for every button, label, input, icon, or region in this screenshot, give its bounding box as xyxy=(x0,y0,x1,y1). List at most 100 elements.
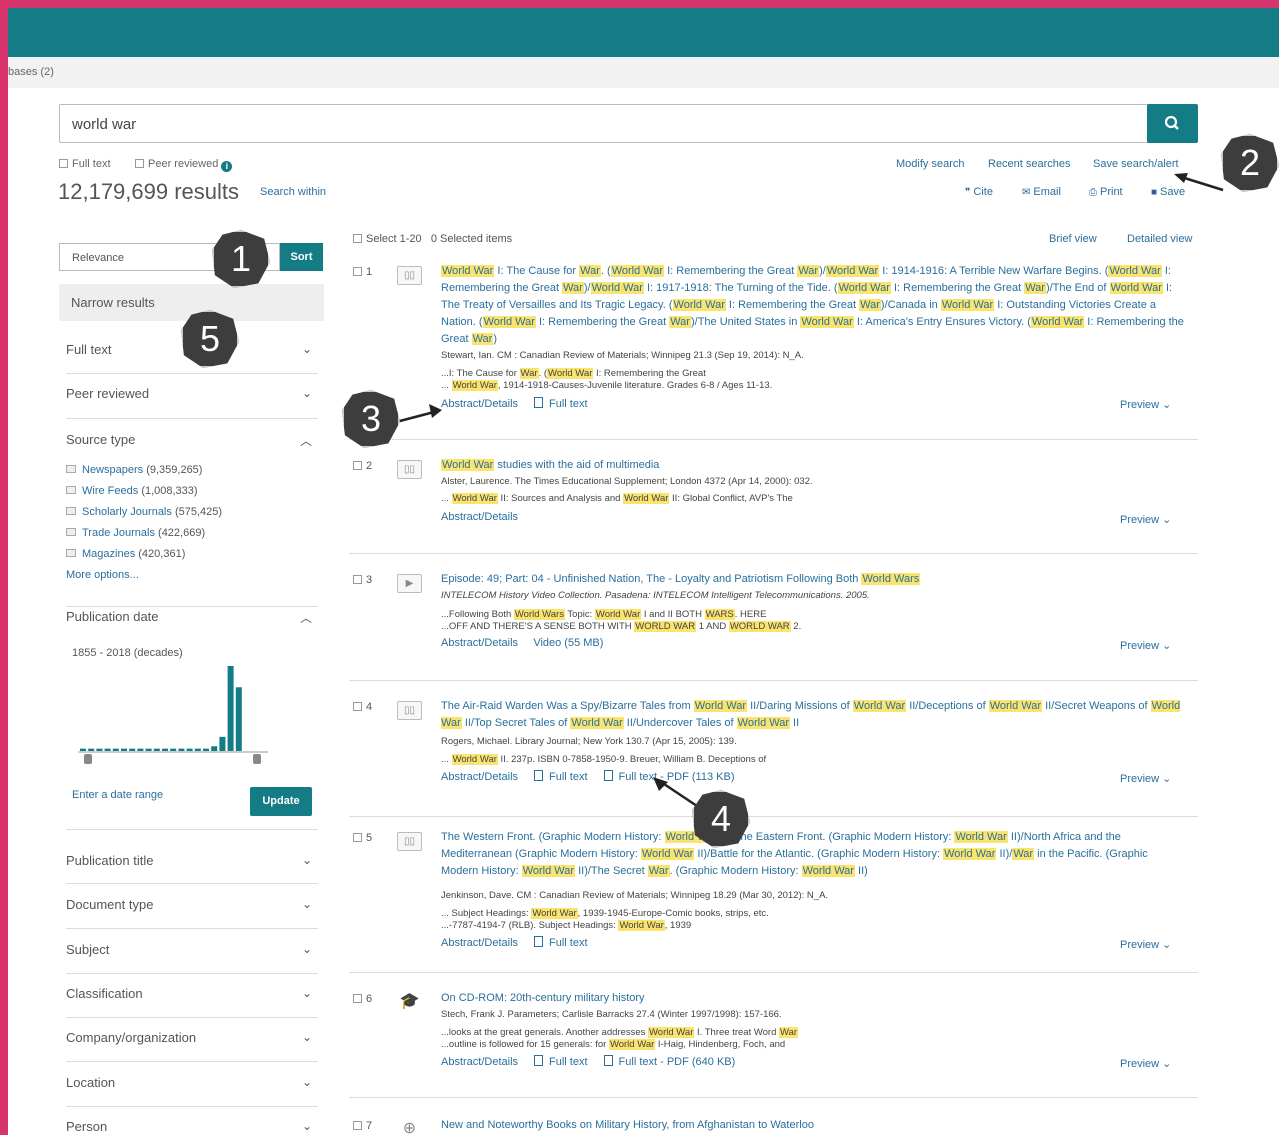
pdf-link[interactable]: Full text - PDF (640 KB) xyxy=(619,1056,736,1068)
result-title[interactable]: The Air-Raid Warden Was a Spy/Bizarre Ta… xyxy=(441,698,1186,732)
search-button[interactable] xyxy=(1147,104,1198,143)
abstract-link[interactable]: Abstract/Details xyxy=(441,637,518,649)
source-item[interactable]: Magazines (420,361) xyxy=(66,548,185,560)
select-all[interactable]: Select 1-20 0 Selected items xyxy=(353,233,512,245)
more-options-link[interactable]: More options... xyxy=(66,569,139,581)
result-title[interactable]: The Western Front. (Graphic Modern Histo… xyxy=(441,829,1186,880)
facet-company[interactable]: Company/organization ⌄ xyxy=(66,1030,318,1062)
save-button[interactable]: ■ Save xyxy=(1151,186,1185,198)
facet-person[interactable]: Person ⌄ xyxy=(66,1119,318,1135)
result-title[interactable]: New and Noteworthy Books on Military His… xyxy=(441,1117,1186,1134)
databases-tab[interactable]: bases (2) xyxy=(8,66,54,78)
pdf-link[interactable]: Full text - PDF (113 KB) xyxy=(619,771,735,783)
abstract-link[interactable]: Abstract/Details xyxy=(441,398,518,410)
cite-button[interactable]: ❞ Cite xyxy=(965,186,993,198)
result-title[interactable]: Episode: 49; Part: 04 - Unfinished Natio… xyxy=(441,571,1186,588)
facet-classification[interactable]: Classification ⌄ xyxy=(66,986,318,1018)
abstract-link[interactable]: Abstract/Details xyxy=(441,511,518,523)
result-snippet: ...I: The Cause for War. (World War I: R… xyxy=(441,368,773,391)
preview-link[interactable]: Preview ⌄ xyxy=(1120,639,1171,652)
option-label: Peer reviewed xyxy=(148,158,219,170)
chevron-up-icon: ︿ xyxy=(299,611,312,625)
book-icon: ▯▯ xyxy=(397,460,422,479)
result-number: 5 xyxy=(366,832,373,844)
checkbox[interactable] xyxy=(135,159,144,168)
facet-publication-title[interactable]: Publication title ⌄ xyxy=(66,853,318,884)
sort-button[interactable]: Sort xyxy=(280,243,323,271)
facet-location[interactable]: Location ⌄ xyxy=(66,1075,318,1107)
preview-link[interactable]: Preview ⌄ xyxy=(1120,513,1171,526)
abstract-link[interactable]: Abstract/Details xyxy=(441,1056,518,1068)
checkbox[interactable] xyxy=(353,575,362,584)
result-title[interactable]: World War I: The Cause for War. (World W… xyxy=(441,263,1186,348)
preview-link[interactable]: Preview ⌄ xyxy=(1120,398,1171,411)
full-text-link[interactable]: Full text xyxy=(549,1056,588,1068)
facet-label: Subject xyxy=(66,942,110,957)
checkbox[interactable] xyxy=(59,159,68,168)
modify-search-link[interactable]: Modify search xyxy=(896,158,964,170)
date-histogram[interactable] xyxy=(70,663,270,768)
range-handle-end[interactable] xyxy=(253,754,261,764)
preview-link[interactable]: Preview ⌄ xyxy=(1120,1057,1171,1070)
facet-subject[interactable]: Subject ⌄ xyxy=(66,942,318,974)
video-link[interactable]: Video (55 MB) xyxy=(533,637,603,649)
source-item[interactable]: Wire Feeds (1,008,333) xyxy=(66,485,198,497)
chevron-down-icon: ⌄ xyxy=(301,1075,312,1089)
result-number: 6 xyxy=(366,993,373,1005)
checkbox[interactable] xyxy=(353,1121,362,1130)
update-button[interactable]: Update xyxy=(250,787,312,816)
checkbox[interactable] xyxy=(353,234,362,243)
search-input[interactable]: world war xyxy=(59,104,1149,143)
preview-link[interactable]: Preview ⌄ xyxy=(1120,772,1171,785)
save-search-alert-link[interactable]: Save search/alert xyxy=(1093,158,1179,170)
checkbox[interactable] xyxy=(353,702,362,711)
result-select[interactable]: 4 xyxy=(353,701,372,713)
source-item[interactable]: Trade Journals (422,669) xyxy=(66,527,205,539)
source-item[interactable]: Newspapers (9,359,265) xyxy=(66,464,202,476)
result-title[interactable]: World War studies with the aid of multim… xyxy=(441,457,1186,474)
facet-peer-reviewed[interactable]: Peer reviewed ⌄ xyxy=(66,386,318,419)
pdf-icon xyxy=(603,770,613,781)
abstract-link[interactable]: Abstract/Details xyxy=(441,937,518,949)
result-select[interactable]: 7 xyxy=(353,1120,372,1132)
full-text-link[interactable]: Full text xyxy=(549,771,588,783)
email-button[interactable]: ✉ Email xyxy=(1022,186,1061,198)
source-label: Wire Feeds xyxy=(82,485,139,497)
result-select[interactable]: 3 xyxy=(353,574,372,586)
info-icon[interactable]: i xyxy=(221,161,233,172)
full-text-link[interactable]: Full text xyxy=(549,937,588,949)
histogram-bar xyxy=(211,746,218,751)
result-meta: Alster, Laurence. The Times Educational … xyxy=(441,476,813,487)
histogram-bar xyxy=(129,748,136,751)
callout-1: 1 xyxy=(212,230,270,288)
checkbox[interactable] xyxy=(353,994,362,1003)
result-select[interactable]: 6 xyxy=(353,993,372,1005)
checkbox[interactable] xyxy=(353,461,362,470)
result-item: 1 ▯▯ World War I: The Cause for War. (Wo… xyxy=(349,258,1198,440)
full-text-link[interactable]: Full text xyxy=(549,398,588,410)
full-text-option[interactable]: Full text xyxy=(59,158,111,170)
save-icon: ■ xyxy=(1151,187,1158,198)
result-select[interactable]: 5 xyxy=(353,832,372,844)
facet-document-type[interactable]: Document type ⌄ xyxy=(66,897,318,929)
source-item[interactable]: Scholarly Journals (575,425) xyxy=(66,506,222,518)
peer-reviewed-option[interactable]: Peer reviewed i xyxy=(135,158,233,172)
enter-date-range-link[interactable]: Enter a date range xyxy=(72,789,163,801)
search-within-link[interactable]: Search within xyxy=(260,186,326,198)
result-snippet: ...looks at the great generals. Another … xyxy=(441,1027,799,1050)
source-label: Newspapers xyxy=(82,464,144,476)
result-number: 4 xyxy=(366,701,373,713)
recent-searches-link[interactable]: Recent searches xyxy=(988,158,1071,170)
checkbox[interactable] xyxy=(353,833,362,842)
print-button[interactable]: ⎙ Print xyxy=(1089,186,1123,198)
detailed-view-link[interactable]: Detailed view xyxy=(1127,233,1192,245)
video-icon: ▶ xyxy=(397,574,422,593)
result-title[interactable]: On CD-ROM: 20th-century military history xyxy=(441,990,1186,1007)
abstract-link[interactable]: Abstract/Details xyxy=(441,771,518,783)
checkbox[interactable] xyxy=(353,267,362,276)
result-select[interactable]: 2 xyxy=(353,460,372,472)
brief-view-link[interactable]: Brief view xyxy=(1049,233,1097,245)
range-handle-start[interactable] xyxy=(84,754,92,764)
result-select[interactable]: 1 xyxy=(353,266,372,278)
preview-link[interactable]: Preview ⌄ xyxy=(1120,938,1171,951)
